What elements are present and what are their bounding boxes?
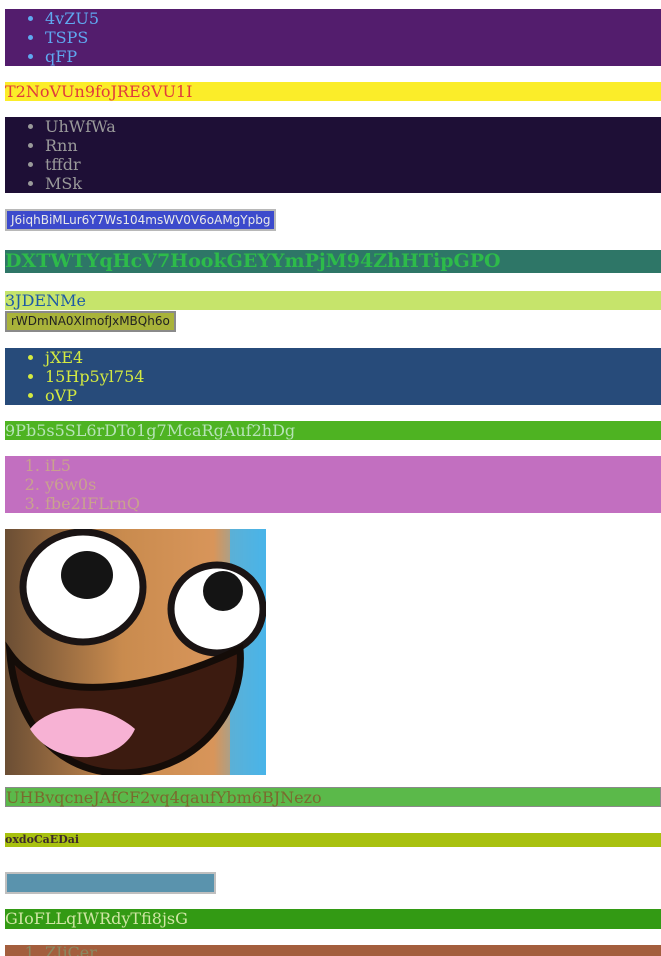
list-item: 4vZU5 xyxy=(45,9,661,28)
list-item: fbe2IFLrnQ xyxy=(45,494,661,513)
bullet-list-3: jXE4 15Hp5yl754 oVP xyxy=(5,348,661,405)
list-item: Rnn xyxy=(45,136,661,155)
heading-banner: DXTWTYqHcV7HookGEYYmPjM94ZhHTipGPO xyxy=(5,250,661,273)
text-banner-5: GIoFLLqIWRdyTfi8jsG xyxy=(5,909,661,929)
list-item: y6w0s xyxy=(45,475,661,494)
list-item: 15Hp5yl754 xyxy=(45,367,661,386)
list-item: tffdr xyxy=(45,155,661,174)
list-item: MSk xyxy=(45,174,661,193)
list-item: ZIiCer xyxy=(45,945,661,956)
list-block-4: iL5 y6w0s fbe2IFLrnQ xyxy=(5,456,661,513)
list-item: oVP xyxy=(45,386,661,405)
bullet-list-1: 4vZU5 TSPS qFP xyxy=(5,9,661,66)
list-block-2: UhWfWa Rnn tffdr MSk xyxy=(5,117,661,193)
list-block-5: ZIiCer xyxy=(5,945,661,956)
list-item: TSPS xyxy=(45,28,661,47)
list-item: qFP xyxy=(45,47,661,66)
list-block-1: 4vZU5 TSPS qFP xyxy=(5,9,661,66)
list-item: jXE4 xyxy=(45,348,661,367)
text-banner-1: T2NoVUn9foJRE8VU1I xyxy=(5,82,661,101)
progress-bar xyxy=(5,872,216,894)
bullet-list-2: UhWfWa Rnn tffdr MSk xyxy=(5,117,661,193)
numbered-list-4: iL5 y6w0s fbe2IFLrnQ xyxy=(5,456,661,513)
list-block-3: jXE4 15Hp5yl754 oVP xyxy=(5,348,661,405)
text-banner-4: UHBvqcneJAfCF2vq4qaufYbm6BJNezo xyxy=(5,787,661,807)
bold-label: oxdoCaEDai xyxy=(5,833,661,847)
list-item: UhWfWa xyxy=(45,117,661,136)
text-banner-2: 3JDENMe xyxy=(5,291,661,310)
numbered-list-5: ZIiCer xyxy=(5,945,661,956)
text-banner-3: 9Pb5s5SL6rDTo1g7McaRgAuf2hDg xyxy=(5,421,661,440)
list-item: iL5 xyxy=(45,456,661,475)
smiley-face-image xyxy=(5,529,266,775)
action-button-2[interactable]: rWDmNA0XImofJxMBQh6o xyxy=(5,311,176,332)
action-button-1[interactable]: J6iqhBiMLur6Y7Ws104msWV0V6oAMgYpbg xyxy=(5,209,277,231)
